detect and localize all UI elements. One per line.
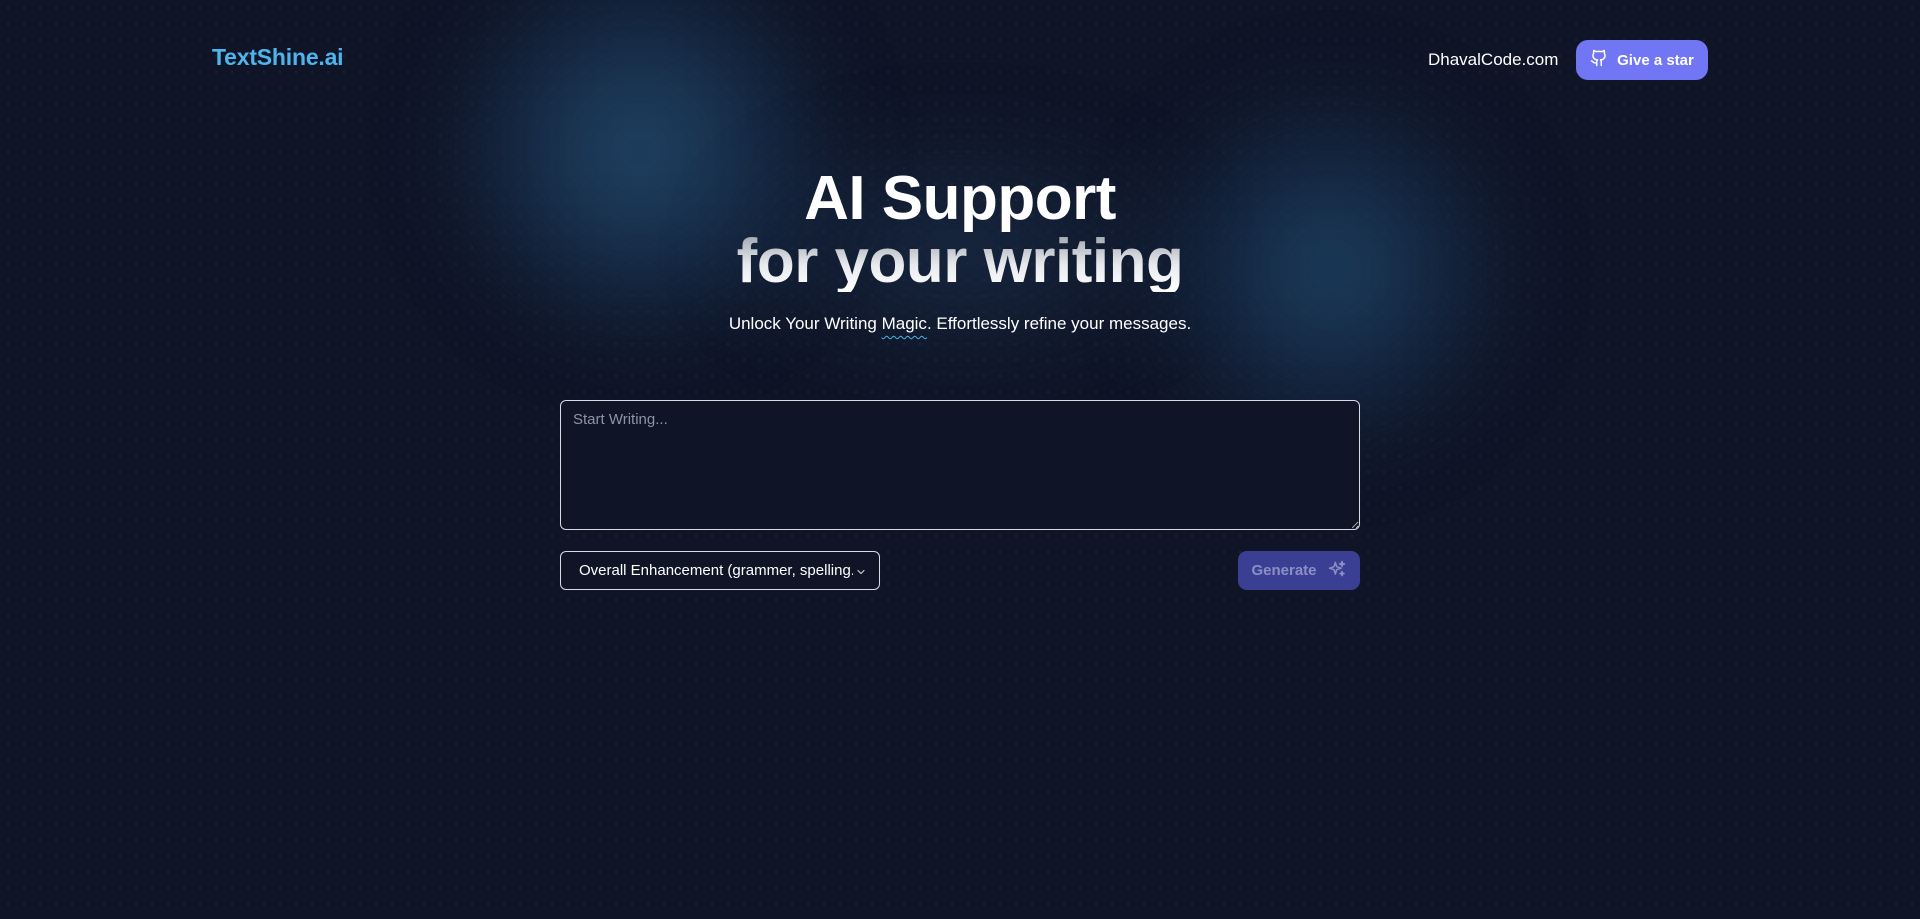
logo[interactable]: TextShine.ai xyxy=(212,44,344,71)
enhancement-mode-value: Overall Enhancement (grammer, spelling.. xyxy=(579,562,853,579)
sparkles-icon xyxy=(1327,559,1347,583)
give-star-label: Give a star xyxy=(1617,51,1694,69)
writing-input[interactable] xyxy=(560,400,1360,530)
give-star-button[interactable]: Give a star xyxy=(1576,40,1708,80)
hero-title-line2: for your writing xyxy=(0,231,1920,293)
generate-button[interactable]: Generate xyxy=(1238,551,1360,590)
subtitle-text-end: . Effortlessly refine your messages. xyxy=(926,314,1192,333)
top-navbar: TextShine.ai DhavalCode.com Give a star xyxy=(0,0,1920,120)
chevron-down-icon xyxy=(855,565,867,577)
subtitle-text-start: Unlock Your Writing xyxy=(728,314,882,333)
github-icon xyxy=(1590,49,1608,71)
enhancement-mode-select[interactable]: Overall Enhancement (grammer, spelling.. xyxy=(560,551,880,590)
generate-label: Generate xyxy=(1251,562,1317,579)
subtitle-emphasis: Magic xyxy=(881,314,927,333)
hero-title: AI Support for your writing xyxy=(0,164,1920,293)
hero-subtitle: Unlock Your Writing Magic. Effortlessly … xyxy=(0,314,1920,334)
site-link[interactable]: DhavalCode.com xyxy=(1428,50,1558,70)
hero-title-line1: AI Support xyxy=(804,164,1116,233)
